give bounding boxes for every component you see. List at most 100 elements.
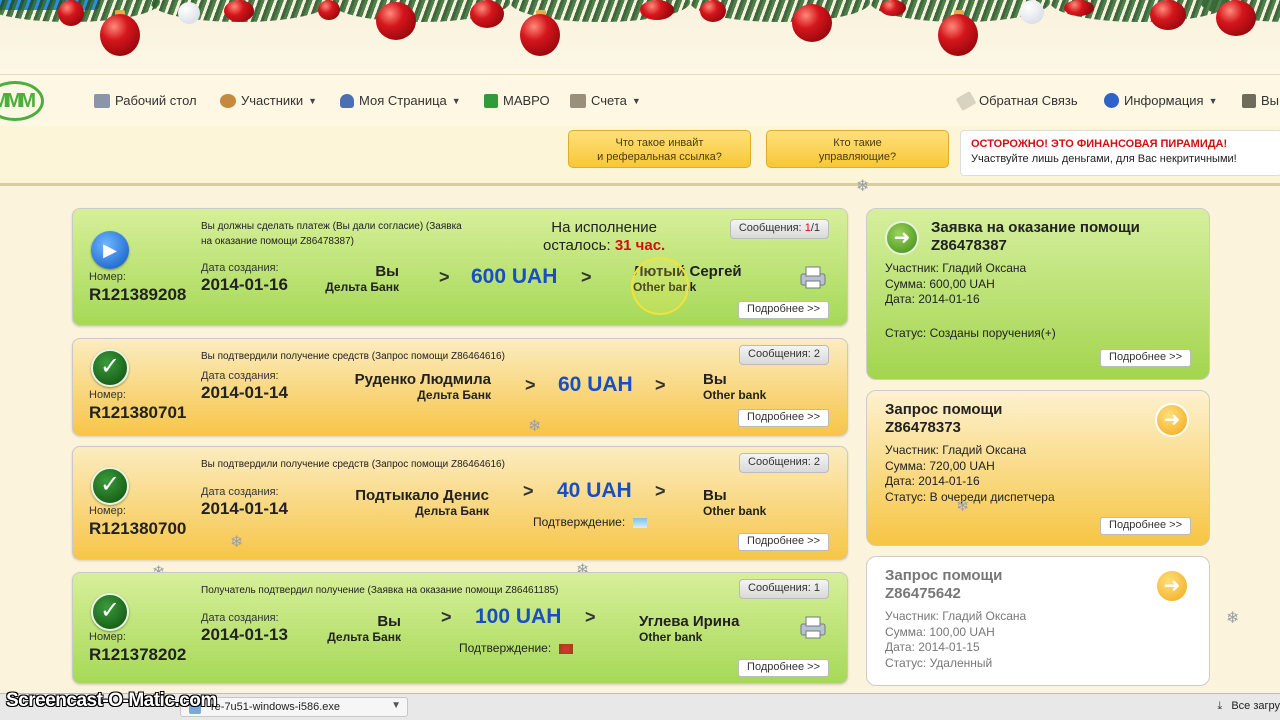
remain-prefix: осталось: bbox=[543, 237, 611, 254]
arrow-right-icon: > bbox=[441, 607, 452, 627]
created-label: Дата создания: bbox=[201, 262, 279, 274]
nav-feedback[interactable]: Обратная Связь bbox=[955, 90, 1078, 111]
nav-exit[interactable]: Вы bbox=[1242, 93, 1279, 108]
panel-id: Z86478373 bbox=[885, 419, 961, 436]
mmm-logo[interactable]: MMM bbox=[0, 81, 44, 121]
confirmation-label: Подтверждение: bbox=[459, 641, 552, 655]
order-card: ▶ Номер: R121389208 Вы должны сделать пл… bbox=[72, 208, 848, 326]
sender-bank: Дельта Банк bbox=[415, 504, 489, 518]
order-number: R121380700 bbox=[89, 519, 187, 538]
play-icon[interactable]: ▶ bbox=[91, 231, 129, 269]
christmas-garland bbox=[0, 0, 1280, 74]
order-amount: 100 UAH bbox=[475, 605, 562, 628]
sender-name: Руденко Людмила bbox=[354, 371, 491, 388]
nav-participants-label: Участники bbox=[241, 93, 304, 108]
confirmation: Подтверждение: bbox=[459, 641, 573, 655]
show-all-downloads[interactable]: ⤓ Все загру bbox=[1217, 700, 1280, 713]
sender-bank: Дельта Банк bbox=[327, 630, 401, 644]
snowflake-icon: ❄ bbox=[956, 498, 970, 515]
order-heading-line2: на оказание помощи Z86478387) bbox=[201, 236, 354, 247]
number-label: Номер: bbox=[89, 631, 126, 643]
created-label: Дата создания: bbox=[201, 370, 279, 382]
chevron-down-icon[interactable]: ▼ bbox=[391, 700, 401, 711]
nav-desktop[interactable]: Рабочий стол bbox=[94, 93, 197, 108]
sender-bank: Дельта Банк bbox=[417, 388, 491, 402]
desktop-icon bbox=[94, 93, 110, 108]
order-heading: Получатель подтвердил получение (Заявка … bbox=[201, 585, 559, 596]
more-button[interactable]: Подробнее >> bbox=[738, 533, 829, 551]
nav-accounts-label: Счета bbox=[591, 93, 627, 108]
nav-information[interactable]: Информация ▼ bbox=[1104, 93, 1218, 108]
messages-button[interactable]: Сообщения: 2 bbox=[739, 345, 829, 365]
printer-icon[interactable] bbox=[799, 265, 827, 289]
warning-title: ОСТОРОЖНО! ЭТО ФИНАНСОВАЯ ПИРАМИДА! bbox=[971, 138, 1228, 150]
recipient-bank: Other bank bbox=[703, 504, 767, 518]
help-order-panel: ➜ Заявка на оказание помощи Z86478387 Уч… bbox=[866, 208, 1210, 380]
more-button[interactable]: Подробнее >> bbox=[1100, 349, 1191, 367]
order-number: R121380701 bbox=[89, 403, 187, 422]
chevron-down-icon: ▼ bbox=[308, 95, 318, 106]
nav-mavro[interactable]: МАВРО bbox=[484, 93, 550, 108]
remain-value: 31 час. bbox=[614, 237, 666, 254]
snowflake-icon: ❄ bbox=[230, 534, 244, 551]
nav-participants[interactable]: Участники ▼ bbox=[220, 93, 317, 108]
managers-info-line1: Кто такие bbox=[833, 137, 882, 149]
user-icon bbox=[340, 93, 354, 108]
nav-accounts[interactable]: Счета ▼ bbox=[570, 93, 641, 108]
panel-participant: Участник: Гладий Оксана bbox=[885, 609, 1027, 623]
info-strip: Что такое инвайт и реферальная ссылка? К… bbox=[0, 126, 1280, 186]
snowflake-icon: ❄ bbox=[1226, 610, 1240, 627]
exit-icon bbox=[1242, 93, 1256, 108]
panel-id: Z86475642 bbox=[885, 585, 961, 602]
snowflake-icon: ❄ bbox=[528, 418, 542, 435]
more-button[interactable]: Подробнее >> bbox=[738, 409, 829, 427]
download-icon: ⤓ bbox=[1217, 700, 1223, 712]
order-heading: Вы подтвердили получение средств (Запрос… bbox=[201, 351, 505, 362]
more-button[interactable]: Подробнее >> bbox=[738, 301, 829, 319]
arrow-right-icon: > bbox=[655, 481, 666, 501]
accounts-icon bbox=[570, 93, 586, 108]
arrow-right-icon[interactable]: ➜ bbox=[1155, 403, 1189, 437]
invite-info-button[interactable]: Что такое инвайт и реферальная ссылка? bbox=[568, 130, 751, 168]
nav-information-label: Информация bbox=[1124, 93, 1204, 108]
order-heading: Вы подтвердили получение средств (Запрос… bbox=[201, 459, 505, 470]
help-request-panel-deleted: ➜ Запрос помощи Z86475642 Участник: Глад… bbox=[866, 556, 1210, 686]
order-card: ✓ Номер: R121380700 Вы подтвердили получ… bbox=[72, 446, 848, 560]
messages-count: 1 bbox=[813, 582, 820, 594]
printer-icon[interactable] bbox=[799, 615, 827, 639]
managers-info-button[interactable]: Кто такие управляющие? bbox=[766, 130, 949, 168]
arrow-right-icon: > bbox=[439, 267, 450, 287]
messages-button[interactable]: Сообщения: 2 bbox=[739, 453, 829, 473]
more-button[interactable]: Подробнее >> bbox=[738, 659, 829, 677]
panel-sum: Сумма: 720,00 UAH bbox=[885, 458, 995, 473]
created-date: 2014-01-14 bbox=[201, 383, 288, 402]
recipient-bank: Other bank bbox=[703, 388, 767, 402]
arrow-right-icon[interactable]: ➜ bbox=[885, 221, 919, 255]
panel-date: Дата: 2014-01-15 bbox=[885, 640, 980, 654]
nav-my-page-label: Моя Страница bbox=[359, 93, 447, 108]
panel-title: Запрос помощи bbox=[885, 567, 1003, 584]
invite-info-line1: Что такое инвайт bbox=[615, 137, 704, 149]
order-card: ✓ Номер: R121380701 Вы подтвердили получ… bbox=[72, 338, 848, 436]
created-label: Дата создания: bbox=[201, 612, 279, 624]
order-heading-line1: Вы должны сделать платеж (Вы дали соглас… bbox=[201, 221, 462, 232]
order-number: R121378202 bbox=[89, 645, 187, 664]
messages-button[interactable]: Сообщения: 1/1 bbox=[729, 219, 829, 239]
nav-my-page[interactable]: Моя Страница ▼ bbox=[340, 93, 461, 108]
image-thumbnail-icon[interactable] bbox=[558, 643, 573, 654]
confirmation-label: Подтверждение: bbox=[533, 515, 626, 529]
main-navbar: MMM Рабочий стол Участники ▼ Моя Страниц… bbox=[0, 74, 1280, 126]
more-button[interactable]: Подробнее >> bbox=[1100, 517, 1191, 535]
panel-sum: Сумма: 100,00 UAH bbox=[885, 624, 995, 639]
recipient-name: Углева Ирина bbox=[639, 613, 740, 630]
image-thumbnail-icon[interactable] bbox=[632, 517, 647, 528]
arrow-right-icon[interactable]: ➜ bbox=[1155, 569, 1189, 603]
confirmation: Подтверждение: bbox=[533, 515, 647, 529]
messages-label: Сообщения: bbox=[748, 348, 811, 360]
sender-bank: Дельта Банк bbox=[325, 280, 399, 294]
messages-count: 2 bbox=[813, 456, 820, 468]
panel-status: Статус: В очереди диспетчера bbox=[885, 489, 1055, 504]
created-date: 2014-01-13 bbox=[201, 625, 288, 644]
messages-button[interactable]: Сообщения: 1 bbox=[739, 579, 829, 599]
pyramid-warning: ОСТОРОЖНО! ЭТО ФИНАНСОВАЯ ПИРАМИДА! Учас… bbox=[960, 130, 1280, 176]
